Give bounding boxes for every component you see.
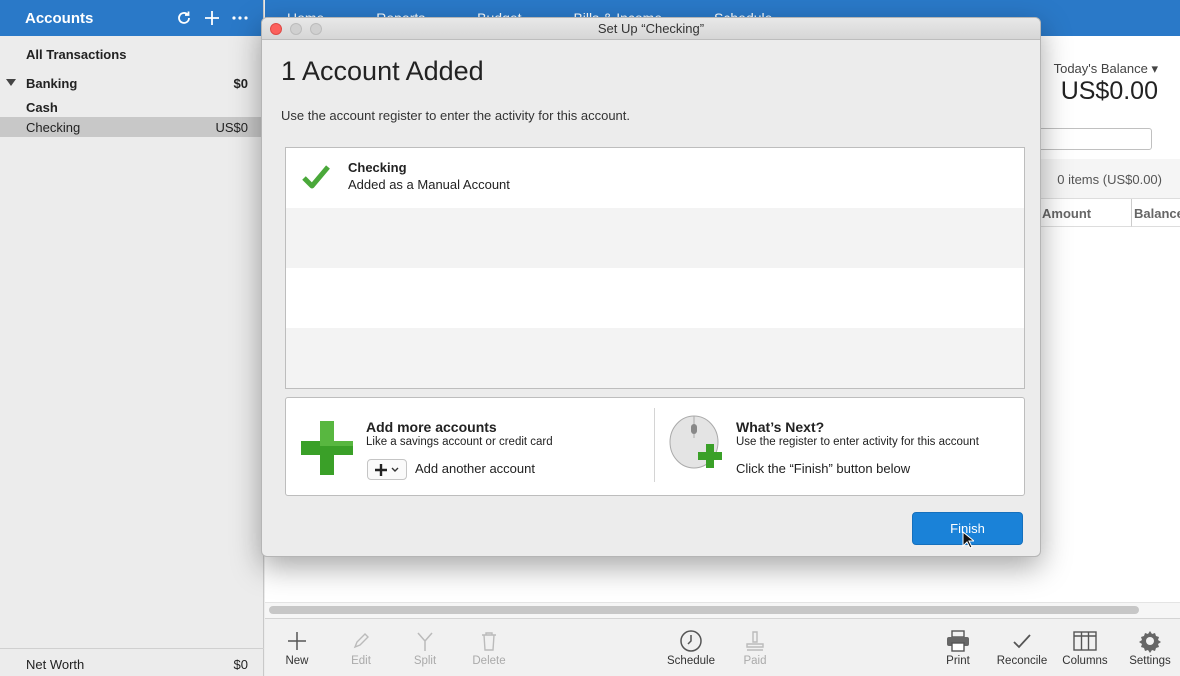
horizontal-scrollbar[interactable] xyxy=(269,606,1139,614)
plus-icon[interactable] xyxy=(201,7,223,29)
add-another-account-label[interactable]: Add another account xyxy=(415,461,535,476)
all-transactions-item[interactable]: All Transactions xyxy=(26,47,126,62)
balance-selector[interactable]: Today's Balance ▾ xyxy=(1054,61,1158,77)
next-steps-panel: Add more accounts Like a savings account… xyxy=(285,397,1025,496)
columns-button[interactable]: Columns xyxy=(1057,627,1113,667)
sidebar-header: Accounts xyxy=(0,0,263,36)
pencil-icon xyxy=(333,627,389,655)
gear-icon xyxy=(1122,627,1178,655)
columns-icon xyxy=(1057,627,1113,655)
net-worth-label: Net Worth xyxy=(26,657,85,672)
column-balance[interactable]: Balance xyxy=(1131,199,1180,227)
add-more-description: Like a savings account or credit card xyxy=(366,436,553,448)
settings-button[interactable]: Settings xyxy=(1122,627,1178,667)
added-accounts-list: Checking Added as a Manual Account xyxy=(285,147,1025,389)
new-button[interactable]: New xyxy=(269,627,325,667)
add-account-popup-button[interactable] xyxy=(367,459,407,480)
more-icon[interactable] xyxy=(229,7,251,29)
whats-next-instruction: Click the “Finish” button below xyxy=(736,461,911,476)
reconcile-label: Reconcile xyxy=(996,655,1048,667)
dialog-subtitle: Use the account register to enter the ac… xyxy=(281,108,631,123)
split-button[interactable]: Split xyxy=(397,627,453,667)
trash-icon xyxy=(461,627,517,655)
dialog-heading: 1 Account Added xyxy=(281,56,484,86)
green-check-icon xyxy=(302,164,330,193)
add-more-title: Add more accounts xyxy=(366,419,497,435)
dialog-titlebar: Set Up “Checking” xyxy=(262,18,1040,40)
balance-value: US$0.00 xyxy=(1060,77,1158,105)
added-account-name: Checking xyxy=(348,160,407,175)
items-summary: 0 items (US$0.00) xyxy=(1057,172,1162,187)
green-plus-icon xyxy=(301,421,353,478)
paid-button[interactable]: Paid xyxy=(727,627,783,667)
schedule-label: Schedule xyxy=(667,655,715,667)
account-value: US$0 xyxy=(215,120,248,135)
dialog-window-title: Set Up “Checking” xyxy=(597,21,705,36)
edit-button[interactable]: Edit xyxy=(333,627,389,667)
printer-icon xyxy=(930,627,986,655)
window-zoom-button[interactable] xyxy=(310,23,322,35)
chevron-down-icon xyxy=(391,467,399,472)
account-name: Checking xyxy=(26,120,81,135)
plus-icon xyxy=(269,627,325,655)
window-minimize-button[interactable] xyxy=(290,23,302,35)
added-account-description: Added as a Manual Account xyxy=(348,177,510,192)
divider xyxy=(654,408,655,482)
plus-icon xyxy=(375,463,387,476)
net-worth-row: Net Worth $0 xyxy=(0,648,264,676)
window-close-button[interactable] xyxy=(270,23,282,35)
split-label: Split xyxy=(413,655,437,667)
list-item-empty xyxy=(286,208,1024,268)
edit-label: Edit xyxy=(351,655,371,667)
stamp-icon xyxy=(727,627,783,655)
disclosure-triangle-icon[interactable] xyxy=(6,79,16,86)
sidebar-title: Accounts xyxy=(25,9,94,27)
group-name: Banking xyxy=(26,76,78,91)
list-item-empty xyxy=(286,268,1024,328)
net-worth-value: $0 xyxy=(233,657,248,672)
delete-button[interactable]: Delete xyxy=(461,627,517,667)
settings-label: Settings xyxy=(1129,655,1171,667)
whats-next-title: What’s Next? xyxy=(736,419,825,435)
schedule-button[interactable]: Schedule xyxy=(663,627,719,667)
refresh-icon[interactable] xyxy=(173,7,195,29)
reconcile-button[interactable]: Reconcile xyxy=(994,627,1050,667)
group-value: $0 xyxy=(233,76,248,91)
whats-next-description: Use the register to enter activity for t… xyxy=(736,436,979,448)
banking-group[interactable]: Banking $0 xyxy=(0,75,264,93)
checkmark-icon xyxy=(994,627,1050,655)
mouse-add-icon xyxy=(666,414,730,473)
print-label: Print xyxy=(946,655,970,667)
cash-subgroup: Cash xyxy=(26,100,58,115)
delete-label: Delete xyxy=(472,655,506,667)
clock-icon xyxy=(663,627,719,655)
print-button[interactable]: Print xyxy=(930,627,986,667)
columns-label: Columns xyxy=(1062,655,1108,667)
list-item: Checking Added as a Manual Account xyxy=(286,148,1024,208)
accounts-sidebar: Accounts All Transactions Banking $0 Cas… xyxy=(0,0,264,676)
bottom-toolbar: New Edit Split Delete Schedule Paid Prin… xyxy=(265,618,1180,676)
mouse-pointer-icon xyxy=(962,530,976,552)
list-item-empty xyxy=(286,328,1024,388)
sidebar-item-checking[interactable]: Checking US$0 xyxy=(0,117,264,137)
new-label: New xyxy=(285,655,309,667)
paid-label: Paid xyxy=(743,655,767,667)
column-amount[interactable]: Amount xyxy=(1039,199,1131,227)
search-input[interactable]: s xyxy=(1025,128,1152,150)
split-icon xyxy=(397,627,453,655)
setup-dialog: Set Up “Checking” 1 Account Added Use th… xyxy=(261,17,1041,557)
